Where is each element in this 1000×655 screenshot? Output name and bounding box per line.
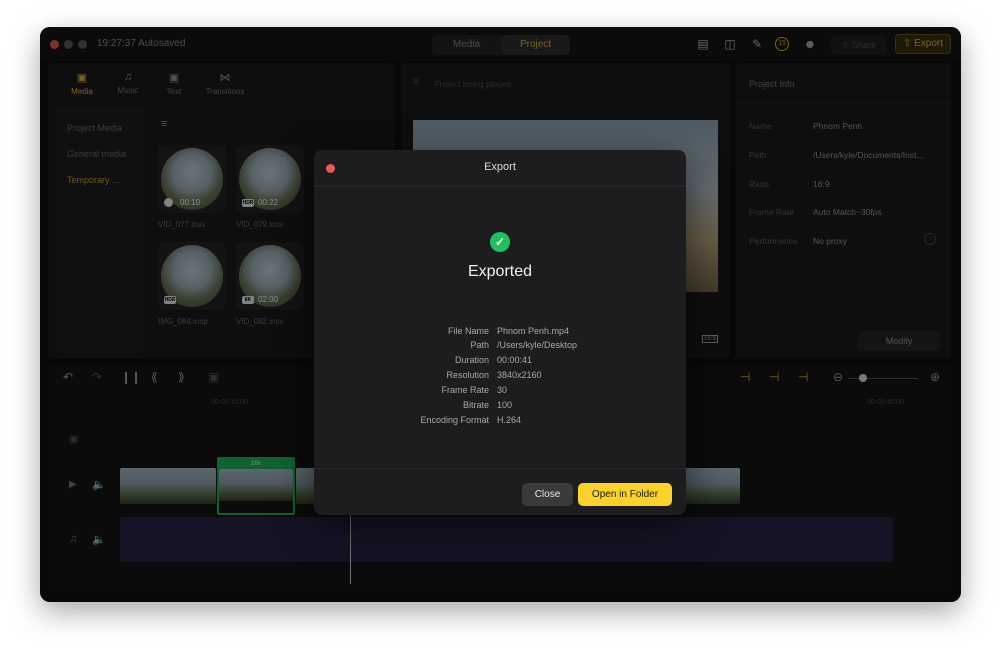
- detail-label: Frame Rate: [441, 385, 489, 395]
- detail-label: File Name: [447, 326, 489, 336]
- detail-value: H.264: [497, 415, 522, 425]
- close-button[interactable]: Close: [522, 483, 573, 506]
- detail-label: Resolution: [446, 370, 489, 380]
- detail-value: 00:00:41: [497, 355, 533, 365]
- detail-value: Phnom Penh.mp4: [497, 326, 570, 336]
- detail-label: Path: [470, 340, 489, 350]
- dialog-footer: Close Open in Folder: [314, 468, 686, 515]
- dialog-header: Export: [314, 150, 686, 187]
- detail-value: 30: [497, 385, 508, 395]
- check-circle-icon: ✓: [490, 232, 510, 252]
- detail-value: 3840x2160: [497, 370, 542, 380]
- detail-label: Bitrate: [462, 400, 489, 410]
- detail-value: 100: [497, 400, 513, 410]
- export-status: Exported: [467, 263, 533, 280]
- export-dialog: Export ✓ Exported File Name Phnom Penh.mp…: [314, 150, 686, 515]
- dialog-title: Export: [484, 161, 516, 173]
- detail-value: /Users/kyle/Desktop: [497, 340, 578, 350]
- detail-label: Encoding Format: [420, 415, 489, 425]
- open-in-folder-button[interactable]: Open in Folder: [578, 483, 672, 506]
- detail-label: Duration: [454, 355, 489, 365]
